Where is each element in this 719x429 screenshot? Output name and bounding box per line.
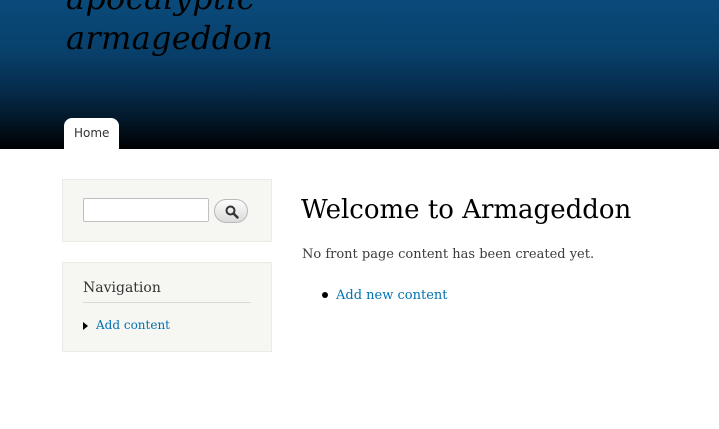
bullet-icon — [322, 291, 328, 298]
nav-item-add-content[interactable]: Add content — [83, 318, 170, 332]
search-block — [62, 179, 272, 242]
search-button[interactable] — [214, 199, 248, 223]
page-title: Welcome to Armageddon — [301, 195, 632, 225]
empty-content-message: No front page content has been created y… — [302, 247, 595, 262]
site-name-line2[interactable]: armageddon — [66, 18, 273, 58]
action-link-label[interactable]: Add new content — [336, 288, 447, 303]
search-icon — [225, 205, 239, 219]
navigation-block: Navigation Add content — [62, 262, 272, 352]
site-header: apocalyptic armageddon Home — [0, 0, 719, 149]
main-menu: Home — [64, 118, 120, 149]
arrow-right-icon — [83, 321, 88, 330]
search-input[interactable] — [83, 198, 209, 222]
tab-home[interactable]: Home — [64, 118, 120, 149]
navigation-title: Navigation — [83, 280, 251, 303]
nav-item-label[interactable]: Add content — [96, 318, 170, 332]
site-name[interactable]: apocalyptic armageddon — [66, 0, 273, 58]
action-links: Add new content — [322, 288, 447, 303]
site-name-line1[interactable]: apocalyptic — [66, 0, 273, 18]
action-link-add-new-content[interactable]: Add new content — [322, 288, 447, 303]
